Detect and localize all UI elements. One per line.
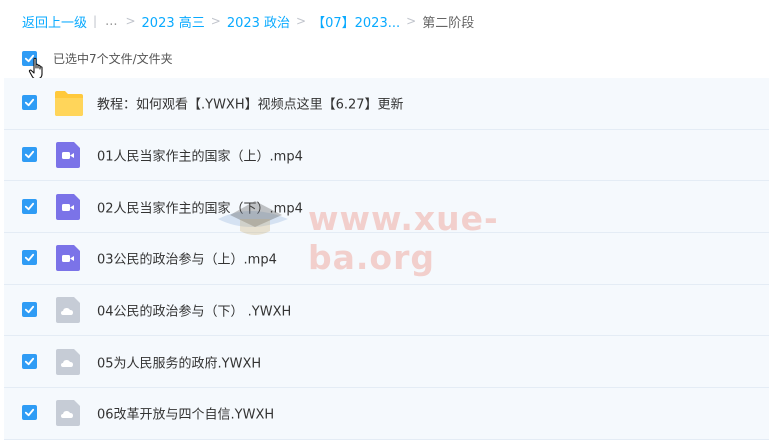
back-link[interactable]: 返回上一级: [22, 12, 87, 31]
file-name[interactable]: 01人民当家作主的国家（上）.mp4: [97, 146, 303, 165]
breadcrumb-current: 第二阶段: [422, 15, 475, 31]
unknown-file-icon: [56, 348, 80, 375]
check-icon: [24, 357, 35, 365]
file-name[interactable]: 03公民的政治参与（上）.mp4: [97, 249, 277, 268]
check-icon: [24, 254, 35, 262]
breadcrumb-item[interactable]: 【07】2023...: [312, 12, 400, 31]
check-icon: [24, 305, 35, 314]
breadcrumb: 返回上一级 | ... > 2023 高三 > 2023 政治 > 【07】20…: [22, 11, 474, 31]
file-name[interactable]: 教程：如何观看【.YWXH】视频点这里【6.27】更新: [97, 94, 404, 113]
check-icon: [24, 409, 35, 417]
breadcrumb-item[interactable]: 2023 政治: [227, 12, 290, 31]
video-file-icon: [56, 245, 80, 272]
row-checkbox[interactable]: [22, 405, 37, 421]
check-icon: [24, 150, 35, 159]
row-checkbox[interactable]: [22, 353, 37, 369]
row-checkbox[interactable]: [22, 147, 37, 163]
chevron-right-icon: >: [296, 14, 307, 28]
video-file-icon: [56, 142, 80, 169]
file-name[interactable]: 04公民的政治参与（下） .YWXH: [97, 301, 291, 320]
file-row[interactable]: 04公民的政治参与（下） .YWXH: [4, 284, 769, 337]
unknown-file-icon: [56, 297, 80, 324]
file-list: 教程：如何观看【.YWXH】视频点这里【6.27】更新 01人民当家作主的国家（…: [4, 78, 769, 440]
breadcrumb-divider: |: [93, 14, 98, 28]
breadcrumb-ellipsis[interactable]: ...: [105, 14, 117, 29]
row-checkbox[interactable]: [22, 302, 37, 318]
check-icon: [24, 99, 35, 107]
file-name[interactable]: 05为人民服务的政府.YWXH: [97, 352, 261, 371]
row-checkbox[interactable]: [22, 95, 37, 111]
selection-count-label: 已选中7个文件/文件夹: [53, 51, 173, 66]
chevron-right-icon: >: [125, 14, 136, 28]
folder-icon: [55, 91, 83, 117]
file-row[interactable]: 01人民当家作主的国家（上）.mp4: [4, 129, 769, 182]
file-name[interactable]: 02人民当家作主的国家（下）.mp4: [97, 197, 303, 216]
row-checkbox[interactable]: [22, 198, 37, 214]
file-name[interactable]: 06改革开放与四个自信.YWXH: [97, 404, 274, 423]
file-row[interactable]: 03公民的政治参与（上）.mp4: [4, 233, 769, 285]
chevron-right-icon: >: [406, 14, 417, 28]
file-row[interactable]: 06改革开放与四个自信.YWXH: [4, 388, 769, 440]
check-icon: [24, 202, 35, 210]
row-checkbox[interactable]: [22, 250, 37, 266]
file-row[interactable]: 02人民当家作主的国家（下）.mp4: [4, 181, 769, 234]
file-row[interactable]: 05为人民服务的政府.YWXH: [4, 336, 769, 389]
chevron-right-icon: >: [210, 14, 221, 28]
breadcrumb-item[interactable]: 2023 高三: [142, 12, 205, 31]
unknown-file-icon: [56, 400, 80, 427]
file-row[interactable]: 教程：如何观看【.YWXH】视频点这里【6.27】更新: [4, 78, 769, 130]
video-file-icon: [56, 193, 80, 220]
